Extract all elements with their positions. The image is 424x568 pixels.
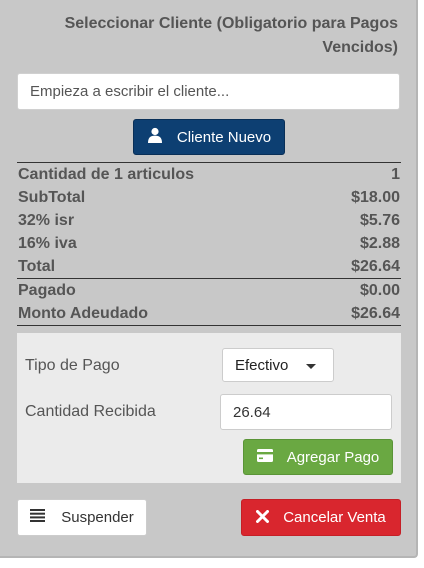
amount-received-label: Cantidad Recibida (25, 403, 156, 420)
add-payment-button[interactable]: Agregar Pago (243, 439, 393, 475)
close-icon (256, 507, 270, 528)
heading-line-1: Seleccionar Cliente (Obligatorio para Pa… (64, 15, 398, 32)
cancel-sale-label: Cancelar Venta (283, 509, 386, 526)
heading-line-2: Vencidos) (322, 39, 398, 56)
totals-row-subtotal: SubTotal $18.00 (18, 189, 400, 206)
totals-row-paid: Pagado $0.00 (18, 282, 400, 299)
select-customer-heading: Seleccionar Cliente (Obligatorio para Pa… (40, 12, 398, 60)
totals-row-item-count: Cantidad de 1 articulos 1 (17, 162, 401, 186)
customer-search-input[interactable] (17, 73, 400, 110)
new-customer-button[interactable]: Cliente Nuevo (133, 119, 285, 155)
new-customer-label: Cliente Nuevo (176, 128, 272, 146)
totals-row-iva-tax: 16% iva $2.88 (18, 235, 400, 252)
add-payment-label: Agregar Pago (286, 448, 380, 466)
amount-received-input[interactable] (220, 394, 392, 430)
totals-row-amount-due: Monto Adeudado $26.64 (17, 302, 401, 326)
payment-type-select[interactable]: Efectivo (222, 348, 334, 382)
credit-card-icon (256, 448, 273, 466)
totals-row-isr-tax: 32% isr $5.76 (18, 212, 400, 229)
list-icon (30, 509, 46, 526)
totals-row-total: Total $26.64 (17, 255, 401, 279)
register-panel: Seleccionar Cliente (Obligatorio para Pa… (0, 0, 418, 558)
suspend-sale-button[interactable]: Suspender (17, 499, 147, 536)
suspend-label: Suspender (61, 509, 134, 526)
user-icon (147, 127, 163, 147)
caret-down-icon (306, 364, 316, 369)
sale-totals: Cantidad de 1 articulos 1 SubTotal $18.0… (17, 162, 401, 326)
payment-type-label: Tipo de Pago (25, 357, 120, 374)
cancel-sale-button[interactable]: Cancelar Venta (241, 499, 401, 536)
payment-type-value: Efectivo (235, 356, 289, 374)
